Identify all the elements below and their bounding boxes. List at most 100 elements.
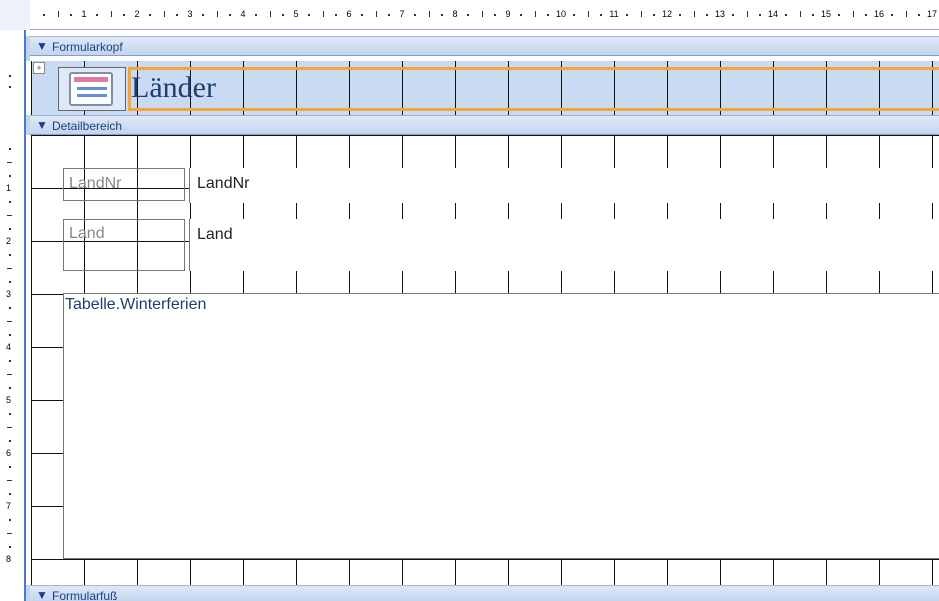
collapse-arrow-icon[interactable]: ▼: [36, 39, 48, 53]
collapse-arrow-icon[interactable]: ▼: [36, 588, 48, 601]
ruler-tick: [375, 11, 377, 17]
ruler-tick: [7, 532, 12, 534]
subform-label: Tabelle.Winterferien: [65, 296, 207, 313]
ruler-number: 16: [873, 9, 885, 19]
section-selector-detail[interactable]: [24, 115, 30, 135]
ruler-tick: [587, 11, 589, 17]
section-bar-detail[interactable]: ▼ Detailbereich: [30, 115, 939, 135]
ruler-tick: [9, 280, 11, 283]
ruler-number: 10: [555, 9, 567, 19]
section-label-form-footer: Formularfuß: [52, 589, 118, 601]
section-label-detail: Detailbereich: [52, 119, 123, 133]
ruler-tick: [9, 254, 11, 257]
ruler-tick: [9, 174, 11, 177]
ruler-number: 17: [926, 9, 938, 19]
grid-line: [31, 135, 939, 136]
ruler-tick: [149, 14, 152, 16]
horizontal-ruler[interactable]: 1 2 3 4 5 6 7 8 9 10 11 12 13 14 15 16 17: [30, 0, 939, 30]
ruler-tick: [228, 14, 231, 16]
ruler-number: 13: [714, 9, 726, 19]
field-land: Land: [197, 226, 233, 243]
section-bar-form-header[interactable]: ▼ Formularkopf: [30, 36, 939, 56]
section-bar-form-footer[interactable]: ▼ Formularfuß: [30, 585, 939, 601]
ruler-tick: [732, 14, 735, 16]
ruler-tick: [9, 386, 11, 389]
ruler-tick: [838, 14, 841, 16]
ruler-tick: [679, 14, 682, 16]
ruler-tick: [7, 320, 12, 322]
ruler-tick: [122, 14, 125, 16]
ruler-tick: [175, 14, 178, 16]
ruler-tick: [705, 14, 708, 16]
ruler-tick: [308, 14, 311, 16]
ruler-number: 2: [6, 236, 12, 246]
ruler-tick: [626, 14, 629, 16]
ruler-tick: [57, 11, 59, 17]
ruler-tick: [428, 11, 430, 17]
ruler-tick: [96, 14, 99, 16]
ruler-tick: [334, 14, 337, 16]
form-title: Länder: [131, 71, 216, 104]
grid-line: [31, 559, 939, 560]
ruler-number: 15: [820, 9, 832, 19]
ruler-tick: [7, 479, 12, 481]
subform-control[interactable]: [63, 293, 939, 559]
ruler-number: 12: [661, 9, 673, 19]
ruler-tick: [387, 14, 390, 16]
move-handle-icon[interactable]: +: [33, 62, 45, 74]
ruler-tick: [361, 14, 364, 16]
textbox-land[interactable]: [189, 219, 939, 271]
ruler-tick: [493, 14, 496, 16]
ruler-tick: [573, 14, 576, 16]
ruler-tick: [9, 227, 11, 230]
ruler-tick: [9, 307, 11, 310]
section-label-form-header: Formularkopf: [52, 40, 123, 54]
ruler-tick: [693, 11, 695, 17]
section-selector-header[interactable]: [24, 36, 30, 61]
ruler-number: 3: [6, 289, 12, 299]
section-selector-footer[interactable]: [24, 585, 30, 601]
collapse-arrow-icon[interactable]: ▼: [36, 118, 48, 132]
ruler-tick: [7, 373, 12, 375]
ruler-tick: [758, 14, 761, 16]
ruler-tick: [202, 14, 205, 16]
ruler-tick: [7, 214, 12, 216]
ruler-number: 2: [134, 9, 140, 19]
ruler-tick: [917, 14, 920, 16]
ruler-number: 4: [240, 9, 246, 19]
ruler-tick: [9, 492, 11, 495]
ruler-number: 5: [6, 395, 12, 405]
ruler-tick: [891, 14, 894, 16]
form-logo-icon: [69, 72, 113, 106]
ruler-tick: [864, 14, 867, 16]
ruler-number: 8: [452, 9, 458, 19]
ruler-tick: [811, 14, 814, 16]
ruler-tick: [599, 14, 602, 16]
ruler-tick: [652, 14, 655, 16]
ruler-number: 8: [6, 554, 12, 564]
ruler-tick: [7, 426, 12, 428]
ruler-tick: [640, 11, 642, 17]
ruler-tick: [281, 14, 284, 16]
ruler-tick: [9, 439, 11, 442]
ruler-tick: [9, 333, 11, 336]
textbox-landnr[interactable]: [189, 168, 939, 203]
ruler-number: 3: [187, 9, 193, 19]
ruler-tick: [534, 11, 536, 17]
label-landnr: LandNr: [69, 175, 122, 192]
ruler-number: 11: [609, 9, 619, 19]
title-control[interactable]: [128, 67, 939, 111]
ruler-tick: [520, 14, 523, 16]
ruler-tick: [799, 11, 801, 17]
logo-control[interactable]: [58, 67, 126, 111]
vertical-ruler[interactable]: 1 2 3 4 5 6 7 8: [0, 30, 24, 601]
form-header-area[interactable]: + Länder: [31, 61, 939, 115]
ruler-number: 1: [6, 183, 12, 193]
grid-line: [31, 61, 32, 115]
ruler-tick: [9, 86, 11, 88]
ruler-number: 6: [6, 448, 12, 458]
ruler-tick: [785, 14, 788, 16]
ruler-number: 4: [6, 342, 12, 352]
ruler-tick: [9, 466, 11, 469]
detail-area[interactable]: LandNr LandNr Land Land Tabelle.Winterfe…: [31, 135, 939, 585]
